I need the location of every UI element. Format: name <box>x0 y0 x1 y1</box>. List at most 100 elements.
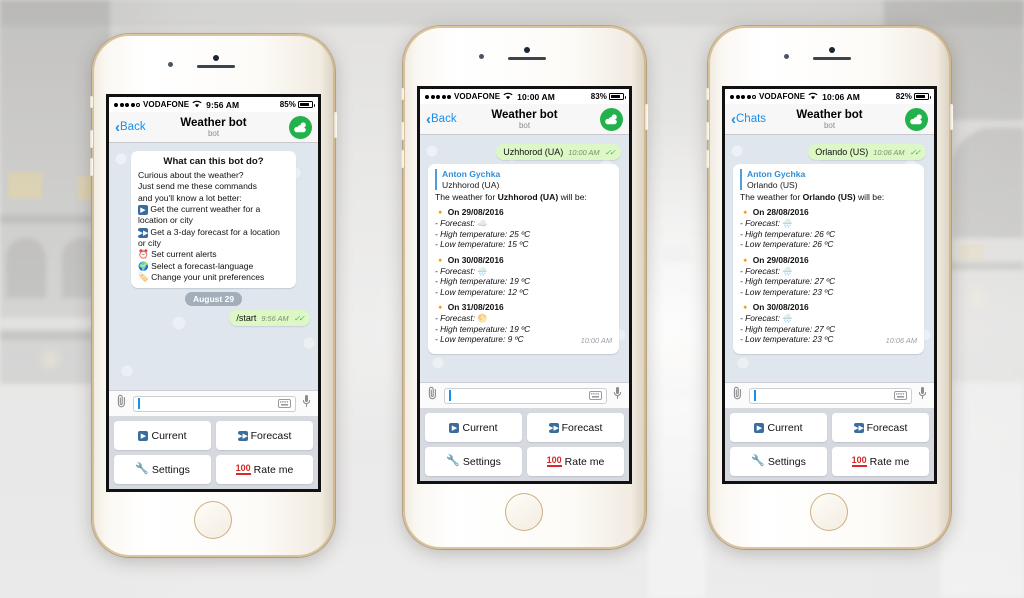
wrench-icon: 🔧 <box>446 455 460 467</box>
battery-area: 83% <box>590 92 626 101</box>
keyboard-button-current[interactable]: ▶ Current <box>730 413 827 442</box>
message-list: What can this bot do? Curious about the … <box>109 143 318 330</box>
bot-avatar[interactable] <box>289 115 312 139</box>
back-button[interactable]: ‹ Back <box>426 112 457 127</box>
intro-line: and you'll know a lot better: <box>138 192 242 203</box>
paperclip-icon[interactable] <box>427 386 438 405</box>
signal-strength-icon <box>425 94 451 99</box>
keyboard-button-label: Forecast <box>866 421 908 434</box>
volume-up-button[interactable] <box>706 122 709 140</box>
forecast-headline: The weather for Orlando (US) will be: <box>740 192 885 202</box>
microphone-icon[interactable] <box>302 394 311 413</box>
forecast-date: 🔸 On 30/08/2016 <box>435 254 504 265</box>
keyboard-button-forecast[interactable]: ▶▶ Forecast <box>216 421 313 450</box>
wifi-icon <box>192 100 202 110</box>
intro-line: Just send me these commands <box>138 181 257 192</box>
volume-down-button[interactable] <box>401 150 404 168</box>
microphone-icon[interactable] <box>918 386 927 405</box>
outgoing-message-bubble[interactable]: /start 9:56 AM ✓✓ <box>229 310 310 327</box>
hundred-points-icon: 100 <box>546 455 562 467</box>
volume-down-button[interactable] <box>90 158 93 176</box>
chat-area[interactable]: Uzhhorod (UA) 10:00 AM ✓✓ Anton Gychka U… <box>420 135 629 382</box>
battery-icon <box>914 92 931 101</box>
forecast-date: 🔸 On 28/08/2016 <box>740 207 809 218</box>
outgoing-message-bubble[interactable]: Orlando (US) 10:06 AM ✓✓ <box>808 144 926 160</box>
intro-line: ⏰ Set current alerts <box>138 249 217 260</box>
text-caret <box>449 390 451 401</box>
paperclip-icon[interactable] <box>732 386 743 405</box>
mute-switch[interactable] <box>90 96 93 108</box>
status-bar: VODAFONE 9:56 AM 85% <box>109 97 318 112</box>
forecast-low: - Low temperature: 12 ºC <box>435 286 529 297</box>
proximity-sensor-icon <box>524 47 530 53</box>
microphone-icon[interactable] <box>613 386 622 405</box>
mute-switch[interactable] <box>401 88 404 100</box>
volume-up-button[interactable] <box>90 130 93 148</box>
keyboard-icon[interactable] <box>894 387 907 405</box>
status-bar: VODAFONE 10:06 AM 82% <box>725 89 934 104</box>
fast-forward-icon: ▶▶ <box>237 430 248 441</box>
keyboard-button-current[interactable]: ▶ Current <box>114 421 211 450</box>
weather-icon: ☁️ <box>477 218 488 229</box>
keyboard-button-current[interactable]: ▶ Current <box>425 413 522 442</box>
keyboard-button-label: Rate me <box>869 455 910 468</box>
battery-percent: 83% <box>590 92 607 101</box>
keyboard-button-settings[interactable]: 🔧 Settings <box>730 447 827 476</box>
keyboard-button-forecast[interactable]: ▶▶ Forecast <box>832 413 929 442</box>
bot-avatar[interactable] <box>905 107 928 131</box>
fast-forward-icon: ▶▶ <box>853 422 864 433</box>
keyboard-icon[interactable] <box>589 387 602 405</box>
sun-behind-cloud-icon <box>294 121 306 132</box>
message-input[interactable] <box>444 387 607 405</box>
reply-quote[interactable]: Anton Gychka Orlando (US) <box>740 169 917 190</box>
back-button[interactable]: ‹ Chats <box>731 112 766 127</box>
message-input[interactable] <box>749 387 912 405</box>
earpiece-speaker <box>508 57 546 60</box>
paperclip-icon[interactable] <box>116 394 127 413</box>
message-input-bar <box>109 390 318 416</box>
mute-switch[interactable] <box>706 88 709 100</box>
keyboard-button-rate-me[interactable]: 100 Rate me <box>832 447 929 476</box>
message-input[interactable] <box>133 395 296 413</box>
forecast-high: - High temperature: 27 ºC <box>740 276 836 287</box>
battery-percent: 82% <box>895 92 912 101</box>
front-camera-icon <box>479 54 484 59</box>
status-time: 10:06 AM <box>822 91 860 102</box>
keyboard-button-label: Rate me <box>253 463 294 476</box>
outgoing-message-bubble[interactable]: Uzhhorod (UA) 10:00 AM ✓✓ <box>496 144 621 160</box>
intro-line: ▶▶ Get a 3-day forecast for a location o… <box>137 226 280 249</box>
wrench-icon: 🔧 <box>135 463 149 475</box>
volume-up-button[interactable] <box>401 122 404 140</box>
reply-quote[interactable]: Anton Gychka Uzhhorod (UA) <box>435 169 612 190</box>
keyboard-button-settings[interactable]: 🔧 Settings <box>114 455 211 484</box>
bot-avatar[interactable] <box>600 107 623 131</box>
chat-area[interactable]: Orlando (US) 10:06 AM ✓✓ Anton Gychka Or… <box>725 135 934 382</box>
bot-intro-bubble: What can this bot do? Curious about the … <box>131 151 296 289</box>
battery-area: 85% <box>280 100 315 109</box>
forecast-high: - High temperature: 19 ºC <box>435 276 531 287</box>
home-button[interactable] <box>810 493 848 531</box>
back-button-label: Back <box>120 121 146 133</box>
outgoing-time: 10:06 AM <box>873 148 905 157</box>
phone-screen-1: VODAFONE 9:56 AM 85% ‹ Back Weather bot … <box>106 94 321 492</box>
home-button[interactable] <box>505 493 543 531</box>
power-button[interactable] <box>334 112 337 138</box>
weather-icon: 🌧️ <box>477 265 488 276</box>
keyboard-button-settings[interactable]: 🔧 Settings <box>425 447 522 476</box>
power-button[interactable] <box>950 104 953 130</box>
forecast-bubble: Anton Gychka Orlando (US) The weather fo… <box>733 164 924 355</box>
wifi-icon <box>808 92 818 102</box>
forecast-low: - Low temperature: 23 ºC 10:06 AM <box>740 334 917 346</box>
forecast-day: 🔸 On 28/08/2016 - Forecast: 🌧️ - High te… <box>740 207 917 249</box>
keyboard-icon[interactable] <box>278 395 291 413</box>
message-list: Uzhhorod (UA) 10:00 AM ✓✓ Anton Gychka U… <box>420 135 629 358</box>
keyboard-button-rate-me[interactable]: 100 Rate me <box>216 455 313 484</box>
home-button[interactable] <box>194 501 232 539</box>
chat-area[interactable]: What can this bot do? Curious about the … <box>109 143 318 390</box>
forecast-condition: - Forecast: 🌧️ <box>740 265 793 276</box>
volume-down-button[interactable] <box>706 150 709 168</box>
keyboard-button-forecast[interactable]: ▶▶ Forecast <box>527 413 624 442</box>
power-button[interactable] <box>645 104 648 130</box>
keyboard-button-rate-me[interactable]: 100 Rate me <box>527 447 624 476</box>
back-button[interactable]: ‹ Back <box>115 120 146 135</box>
